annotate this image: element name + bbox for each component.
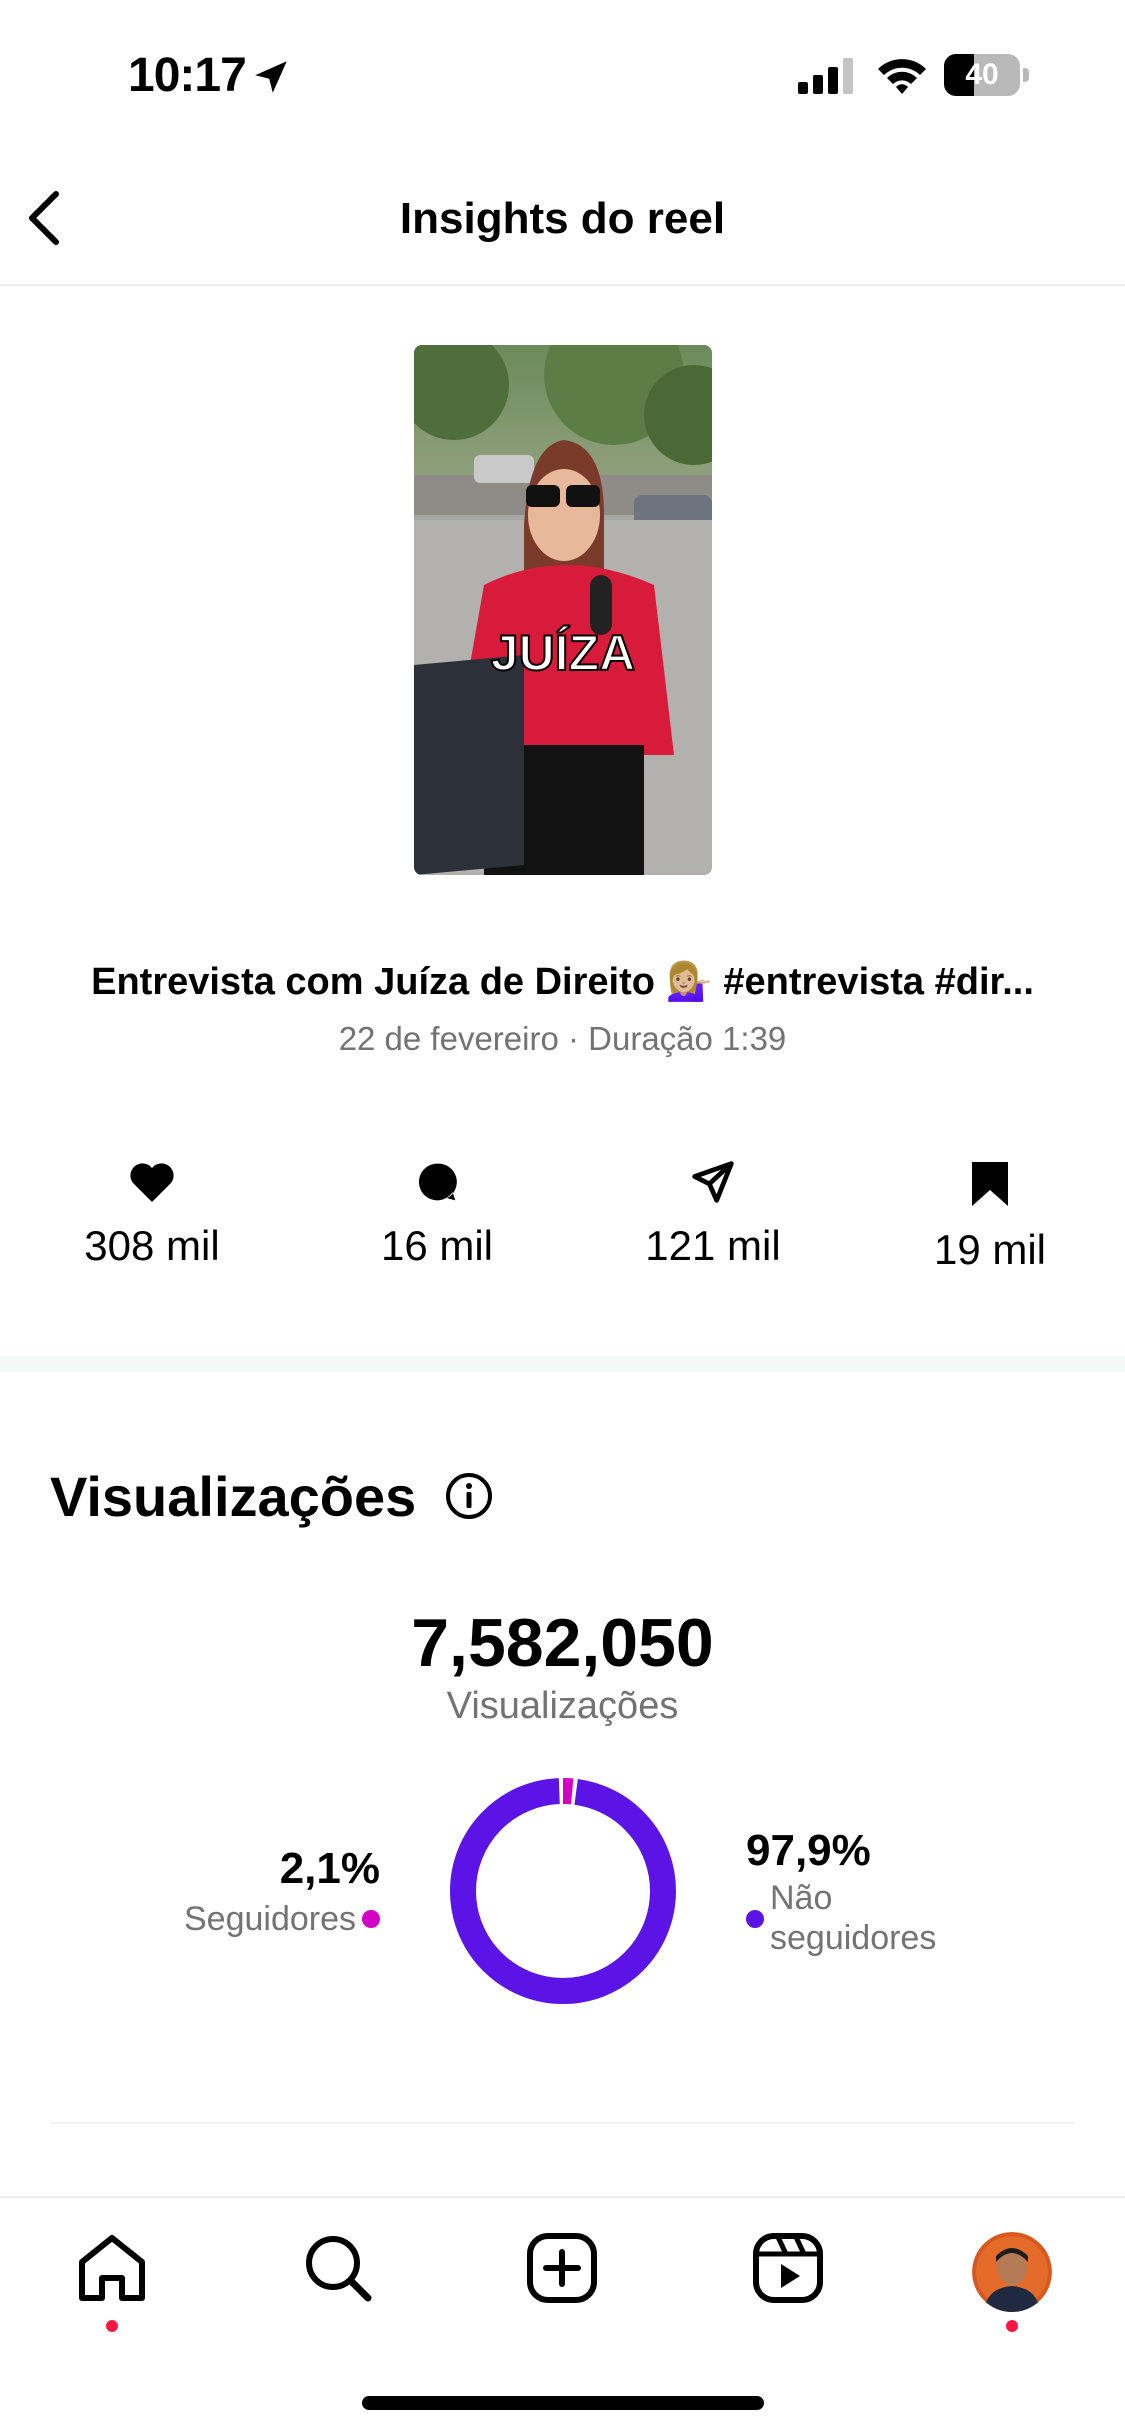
create-icon: [527, 2233, 597, 2303]
followers-label: Seguidores: [183, 1900, 356, 1938]
home-notification-dot: [106, 2320, 118, 2332]
section-separator: [0, 1356, 1125, 1372]
home-icon: [79, 2235, 145, 2301]
home-indicator: [362, 2396, 764, 2410]
non-followers-legend-dot: [746, 1910, 764, 1928]
thumbnail-overlay-text: JUÍZA: [491, 625, 635, 681]
shares-stat: 121 mil: [593, 1160, 833, 1270]
battery-icon: 40: [944, 54, 1030, 96]
views-donut-chart: [450, 1778, 676, 2004]
comment-icon: [418, 1163, 457, 1201]
cellular-signal-icon: [798, 58, 856, 94]
reel-caption: Entrevista com Juíza de Direito 💁🏼‍♀️ #e…: [91, 961, 1034, 1003]
views-total-label: Visualizações: [446, 1685, 679, 1727]
profile-notification-dot: [1006, 2320, 1018, 2332]
tab-create[interactable]: [522, 2228, 602, 2308]
non-followers-label-line1: Não: [770, 1879, 833, 1917]
followers-legend-dot: [362, 1910, 380, 1928]
views-heading: Visualizações: [50, 1465, 417, 1528]
tab-bar-divider: [0, 2196, 1125, 2198]
tab-home[interactable]: [72, 2228, 152, 2308]
wifi-icon: [876, 56, 928, 96]
page-title: Insights do reel: [399, 194, 726, 243]
views-total: 7,582,050: [411, 1605, 714, 1681]
battery-level: 40: [965, 58, 999, 91]
tab-profile-avatar[interactable]: [972, 2232, 1052, 2312]
send-icon: [692, 1161, 734, 1203]
followers-percent: 2,1%: [279, 1844, 380, 1893]
likes-count: 308 mil: [84, 1222, 220, 1269]
status-time: 10:17: [128, 49, 247, 102]
heart-icon: [130, 1163, 174, 1202]
search-icon: [306, 2236, 372, 2302]
reel-meta: 22 de fevereiro · Duração 1:39: [338, 1020, 787, 1057]
location-arrow-icon: [250, 56, 292, 98]
reel-thumbnail[interactable]: JUÍZA: [414, 345, 712, 875]
info-icon[interactable]: [444, 1471, 494, 1521]
comments-count: 16 mil: [380, 1222, 494, 1269]
comments-stat: 16 mil: [317, 1160, 557, 1270]
tab-search[interactable]: [298, 2228, 378, 2308]
reels-icon: [753, 2233, 823, 2303]
likes-stat: 308 mil: [32, 1160, 272, 1270]
non-followers-percent: 97,9%: [746, 1826, 871, 1875]
non-followers-slice: [450, 1778, 676, 2004]
non-followers-label-line2: seguidores: [770, 1919, 937, 1957]
content-divider: [50, 2122, 1075, 2124]
shares-count: 121 mil: [645, 1222, 781, 1269]
saves-stat: 19 mil: [870, 1160, 1110, 1274]
tab-reels[interactable]: [748, 2228, 828, 2308]
non-followers-label: Não seguidores: [770, 1878, 990, 1958]
saves-count: 19 mil: [933, 1226, 1047, 1273]
header-divider: [0, 284, 1125, 286]
bookmark-icon: [972, 1162, 1008, 1206]
